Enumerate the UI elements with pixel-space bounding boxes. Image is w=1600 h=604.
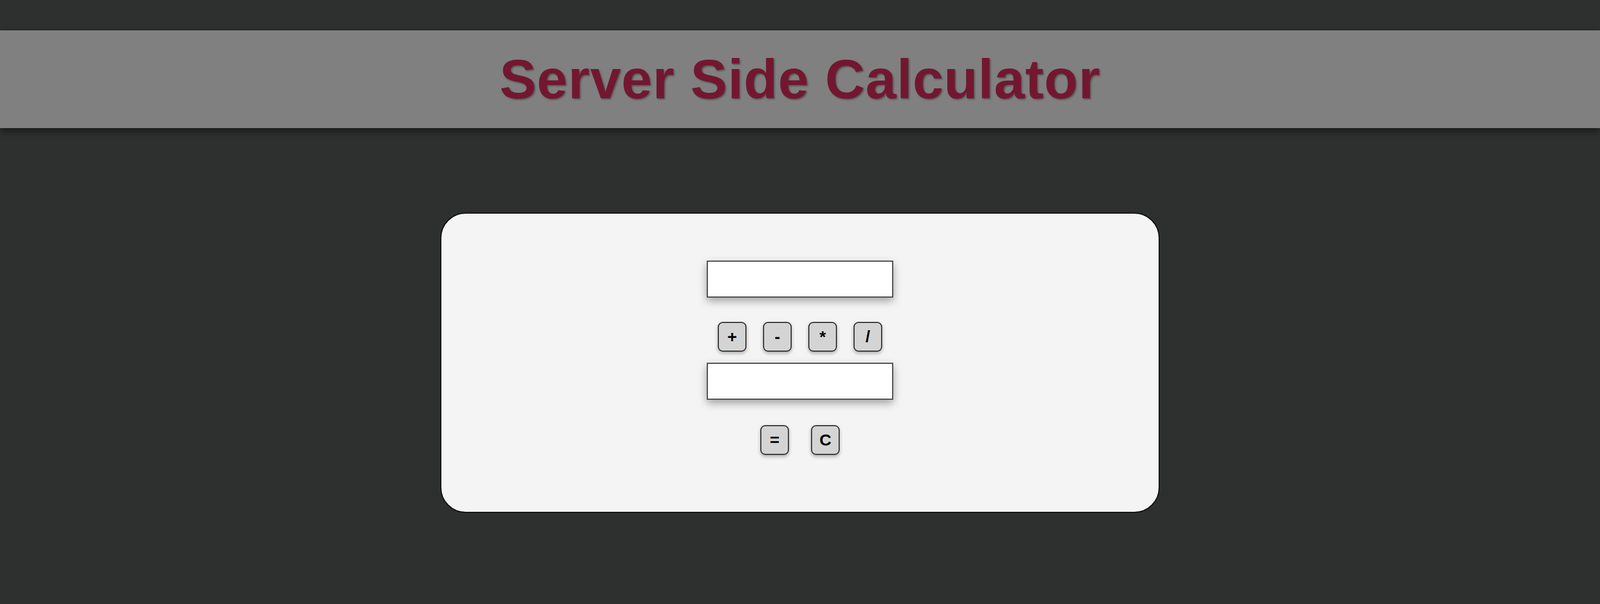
- clear-button[interactable]: C: [811, 424, 840, 455]
- minus-button[interactable]: -: [763, 321, 792, 352]
- divide-button[interactable]: /: [853, 321, 883, 352]
- header-bar: Server Side Calculator: [0, 30, 1600, 128]
- action-row: =C: [760, 424, 840, 455]
- plus-button[interactable]: +: [717, 321, 747, 352]
- second-number-input[interactable]: [706, 362, 894, 400]
- calculator-panel: +-*/ =C: [440, 212, 1160, 513]
- operator-row: +-* /: [717, 321, 883, 352]
- first-number-input[interactable]: [706, 260, 894, 298]
- page-title: Server Side Calculator: [499, 47, 1101, 111]
- equals-button[interactable]: =: [760, 424, 789, 455]
- multiply-button[interactable]: *: [808, 321, 837, 352]
